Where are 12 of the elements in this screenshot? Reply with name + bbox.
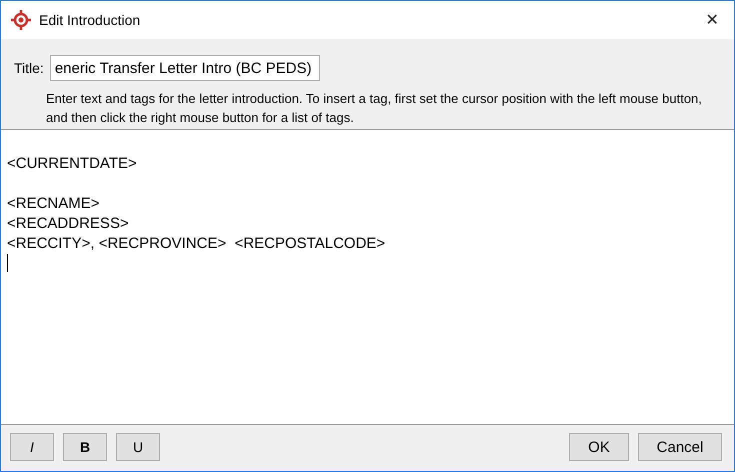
text-editor[interactable]: <CURRENTDATE> <RECNAME> <RECADDRESS> <RECCITY>, <RECPROVINCE> <RECPOSTALCODE>: [1, 129, 734, 425]
cancel-button[interactable]: Cancel: [638, 433, 722, 461]
window-title: Edit Introduction: [39, 12, 140, 28]
format-button[interactable]: I: [10, 433, 54, 461]
format-button[interactable]: B: [63, 433, 107, 461]
instructions-text: Enter text and tags for the letter introduction. To insert a tag, first set the cursor position with the left mouse button, and then click the right mouse button for a list of tags.: [46, 90, 703, 127]
app-icon: [11, 10, 31, 30]
close-button[interactable]: ✕: [690, 1, 734, 39]
title-field[interactable]: eneric Transfer Letter Intro (BC PEDS): [50, 55, 320, 81]
ok-button[interactable]: OK: [569, 433, 629, 461]
format-button[interactable]: U: [116, 433, 160, 461]
title-label: Title:: [14, 60, 44, 76]
